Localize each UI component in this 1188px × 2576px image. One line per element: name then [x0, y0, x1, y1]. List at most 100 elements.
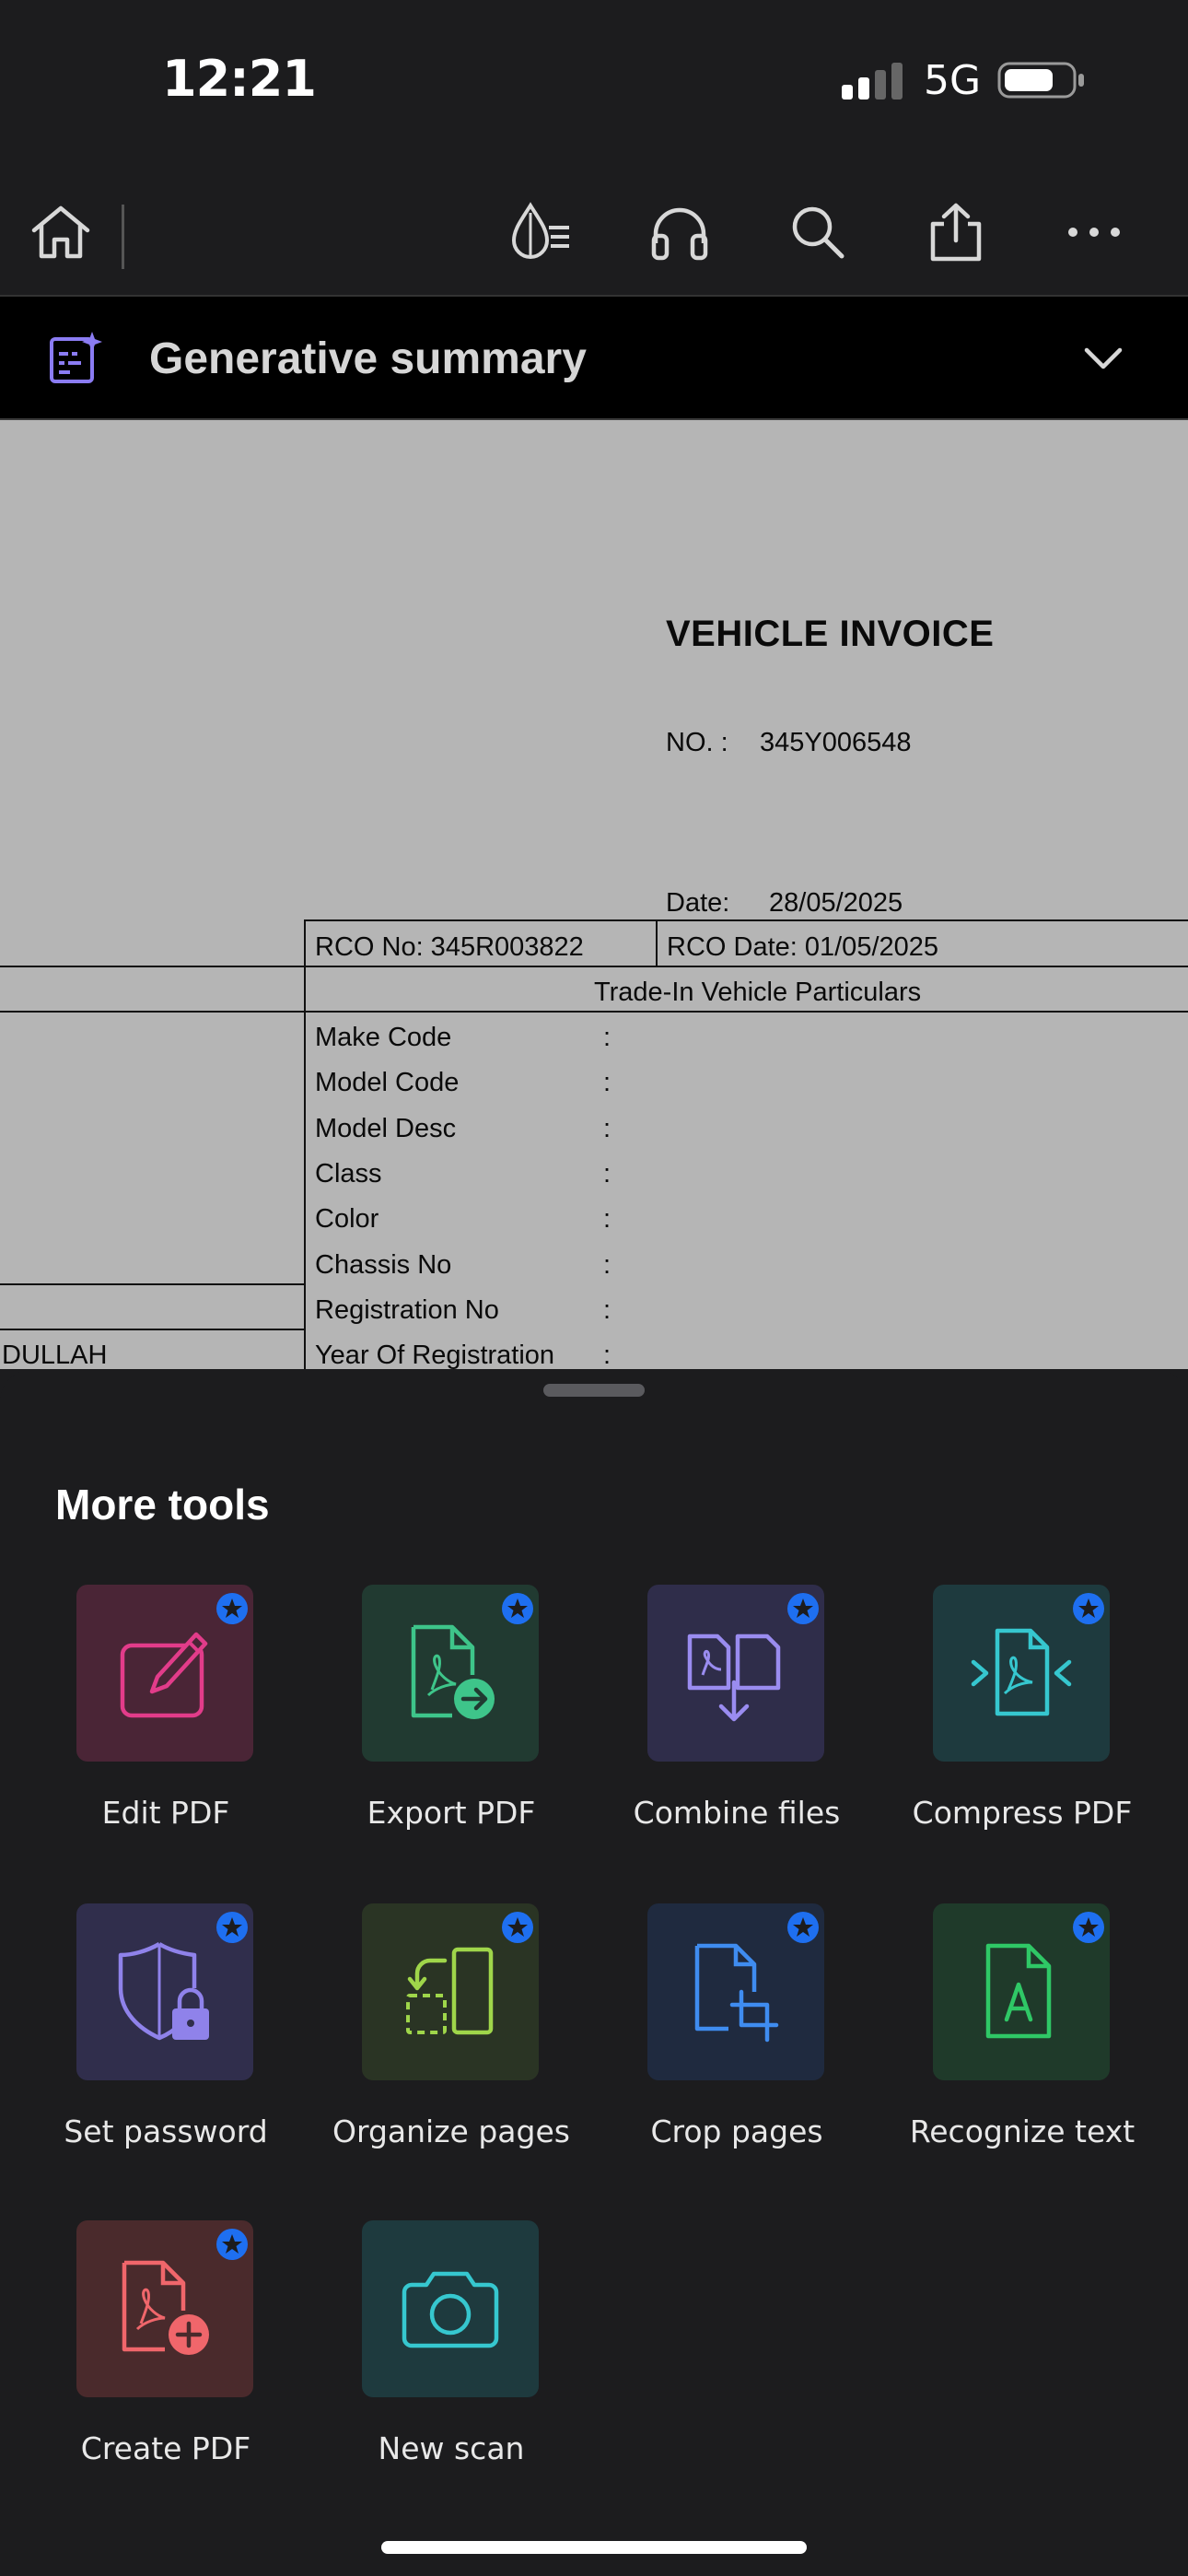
table-line: [0, 1011, 1188, 1013]
battery-icon: [997, 62, 1084, 99]
chevron-down-icon[interactable]: [1076, 335, 1131, 381]
field-separator: :: [603, 1023, 611, 1052]
camera-icon: [402, 2271, 499, 2348]
toolbar-divider: [122, 205, 124, 269]
compress-pdf-icon: [971, 1628, 1072, 1716]
field-separator: :: [603, 1159, 611, 1188]
table-line: [656, 919, 658, 966]
field-separator: :: [603, 1204, 611, 1234]
premium-badge-icon: [502, 1912, 533, 1943]
tool-tile: [362, 2220, 539, 2397]
customer-name-fragment: DULLAH: [2, 1341, 108, 1369]
headphones-icon: [651, 207, 708, 261]
tool-label: Recognize text: [909, 2113, 1136, 2149]
field-separator: :: [603, 1250, 611, 1280]
premium-badge-icon: [1073, 1593, 1104, 1624]
tool-label: Compress PDF: [912, 1795, 1133, 1831]
create-pdf-icon: [122, 2260, 209, 2355]
premium-badge-icon: [216, 1912, 248, 1943]
sheet-grabber[interactable]: [543, 1384, 645, 1397]
field-separator: :: [603, 1068, 611, 1097]
tool-recognize-text[interactable]: Recognize text: [875, 1903, 1160, 2171]
tool-crop-pages[interactable]: Crop pages: [589, 1903, 875, 2171]
invoice-date-value: 28/05/2025: [769, 888, 903, 918]
tool-compress-pdf[interactable]: Compress PDF: [875, 1585, 1160, 1852]
network-type: 5G: [924, 57, 982, 104]
more-tools-sheet: More tools Edit PDF Export PDF Combine f…: [0, 1369, 1188, 2576]
share-button[interactable]: [919, 195, 993, 269]
status-time: 12:21: [162, 50, 317, 108]
liquid-mode-button[interactable]: [505, 195, 578, 269]
pdf-document-page[interactable]: VEHICLE INVOICE NO. : 345Y006548 Date: 2…: [0, 420, 1188, 1369]
premium-badge-icon: [216, 1593, 248, 1624]
tool-create-pdf[interactable]: Create PDF: [18, 2220, 304, 2488]
tool-label: Export PDF: [367, 1795, 536, 1831]
tool-set-password[interactable]: Set password: [18, 1903, 304, 2171]
tool-label: Edit PDF: [101, 1795, 230, 1831]
table-line: [0, 966, 1188, 967]
combine-files-icon: [687, 1633, 781, 1722]
field-separator: :: [603, 1295, 611, 1325]
invoice-heading: VEHICLE INVOICE: [666, 614, 995, 654]
cellular-signal-icon: [842, 63, 903, 100]
recognize-text-icon: [985, 1943, 1052, 2039]
tool-export-pdf[interactable]: Export PDF: [304, 1585, 589, 1852]
share-icon: [930, 203, 982, 262]
field-label: Class: [315, 1159, 382, 1188]
search-button[interactable]: [781, 195, 855, 269]
tool-label: New scan: [378, 2430, 525, 2466]
table-line: [0, 1329, 304, 1330]
accessibility-reading-icon: [511, 202, 569, 259]
tool-label: Organize pages: [332, 2113, 570, 2149]
tool-label: Set password: [64, 2113, 268, 2149]
section-title: Trade-In Vehicle Particulars: [594, 978, 922, 1007]
field-label: Make Code: [315, 1023, 452, 1052]
toolbar: [0, 166, 1188, 297]
table-line: [304, 919, 306, 1369]
field-label: Registration No: [315, 1295, 499, 1325]
table-line: [0, 1283, 304, 1285]
home-icon: [31, 205, 90, 259]
field-label: Model Desc: [315, 1114, 457, 1143]
edit-pdf-icon: [120, 1632, 208, 1718]
premium-badge-icon: [787, 1593, 819, 1624]
read-aloud-button[interactable]: [643, 195, 716, 269]
more-icon: [1068, 228, 1120, 237]
home-indicator[interactable]: [381, 2541, 807, 2554]
premium-badge-icon: [502, 1593, 533, 1624]
status-bar: 12:21 5G: [0, 0, 1188, 166]
tool-new-scan[interactable]: New scan: [304, 2220, 589, 2488]
tool-label: Create PDF: [80, 2430, 251, 2466]
rco-number: RCO No: 345R003822: [315, 932, 584, 962]
organize-pages-icon: [406, 1947, 494, 2035]
export-pdf-icon: [411, 1624, 495, 1719]
set-password-icon: [118, 1942, 209, 2041]
field-label: Model Code: [315, 1068, 460, 1097]
premium-badge-icon: [216, 2229, 248, 2260]
tool-label: Combine files: [633, 1795, 841, 1831]
generative-summary-icon: [50, 332, 102, 383]
search-icon: [792, 206, 844, 259]
rco-date: RCO Date: 01/05/2025: [667, 932, 939, 962]
generative-summary-bar[interactable]: Generative summary: [0, 297, 1188, 420]
table-line: [304, 919, 1188, 921]
invoice-number-label: NO. :: [666, 728, 728, 757]
premium-badge-icon: [1073, 1912, 1104, 1943]
field-label: Color: [315, 1204, 379, 1234]
premium-badge-icon: [787, 1912, 819, 1943]
home-button[interactable]: [24, 195, 98, 269]
tool-label: Crop pages: [650, 2113, 823, 2149]
invoice-date-label: Date:: [666, 888, 730, 918]
generative-summary-title: Generative summary: [149, 334, 587, 383]
tool-edit-pdf[interactable]: Edit PDF: [18, 1585, 304, 1852]
invoice-number-value: 345Y006548: [760, 728, 912, 757]
field-separator: :: [603, 1341, 611, 1369]
sheet-title: More tools: [55, 1481, 270, 1528]
more-button[interactable]: [1057, 195, 1131, 269]
crop-pages-icon: [694, 1943, 779, 2043]
tool-organize-pages[interactable]: Organize pages: [304, 1903, 589, 2171]
field-separator: :: [603, 1114, 611, 1143]
field-label: Chassis No: [315, 1250, 452, 1280]
tool-combine-files[interactable]: Combine files: [589, 1585, 875, 1852]
field-label: Year Of Registration: [315, 1341, 555, 1369]
